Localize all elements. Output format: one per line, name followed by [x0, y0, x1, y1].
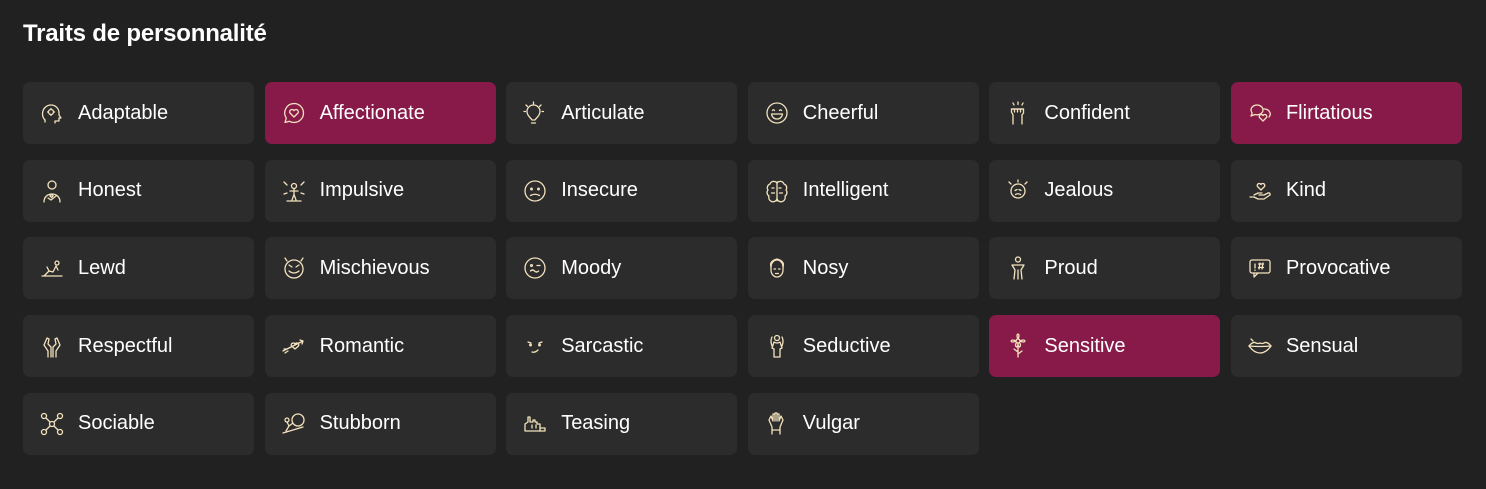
bowing-hands-icon	[38, 332, 66, 360]
heart-chat-icon	[1246, 99, 1274, 127]
trait-seductive-button[interactable]: Seductive	[747, 315, 979, 378]
head-gears-icon	[38, 99, 66, 127]
trait-label: Sensual	[1285, 334, 1359, 357]
devilish-face-icon	[280, 254, 308, 282]
worried-face-icon	[521, 177, 549, 205]
trait-label: Adaptable	[78, 101, 169, 124]
seductive-figure-icon	[763, 332, 791, 360]
heart-bubble-icon	[280, 99, 308, 127]
trait-stubborn-button[interactable]: Stubborn	[264, 392, 496, 455]
trait-label: Respectful	[78, 334, 173, 357]
trait-nosy-button[interactable]: Nosy	[747, 237, 979, 300]
trait-label: Affectionate	[319, 101, 425, 124]
trait-mischievous-button[interactable]: Mischievous	[264, 237, 496, 300]
flower-icon	[1004, 332, 1032, 360]
trait-label: Sarcastic	[561, 334, 644, 357]
trait-label: Articulate	[561, 101, 645, 124]
trait-adaptable-button[interactable]: Adaptable	[23, 82, 254, 144]
burst-figure-icon	[280, 177, 308, 205]
censored-speech-icon	[1246, 254, 1274, 282]
reclining-figure-icon	[38, 254, 66, 282]
trait-sociable-button[interactable]: Sociable	[23, 392, 254, 455]
moody-face-icon	[521, 254, 549, 282]
trait-label: Flirtatious	[1285, 101, 1373, 124]
trait-insecure-button[interactable]: Insecure	[506, 159, 738, 222]
trait-cheerful-button[interactable]: Cheerful	[747, 82, 979, 144]
trait-label: Mischievous	[319, 256, 430, 279]
trait-label: Provocative	[1285, 256, 1391, 279]
trait-romantic-button[interactable]: Romantic	[264, 315, 496, 378]
trait-label: Proud	[1044, 256, 1098, 279]
trait-label: Seductive	[802, 334, 891, 357]
pushing-boulder-icon	[280, 410, 308, 438]
trait-moody-button[interactable]: Moody	[506, 237, 738, 300]
network-people-icon	[38, 410, 66, 438]
trait-impulsive-button[interactable]: Impulsive	[264, 159, 496, 222]
hand-heart-icon	[1246, 177, 1274, 205]
pointing-hand-icon	[521, 410, 549, 438]
trait-lewd-button[interactable]: Lewd	[23, 237, 254, 300]
peeking-face-icon	[763, 254, 791, 282]
trait-label: Cheerful	[802, 101, 879, 124]
trait-provocative-button[interactable]: Provocative	[1230, 237, 1462, 300]
trait-label: Confident	[1044, 101, 1130, 124]
trait-articulate-button[interactable]: Articulate	[506, 82, 738, 144]
trait-kind-button[interactable]: Kind	[1230, 159, 1462, 222]
trait-label: Nosy	[802, 256, 849, 279]
trait-label: Moody	[561, 256, 622, 279]
trait-label: Insecure	[561, 179, 638, 202]
trait-label: Kind	[1285, 179, 1326, 202]
raised-fist-icon	[1004, 99, 1032, 127]
trait-label: Jealous	[1044, 179, 1114, 202]
trait-label: Honest	[78, 179, 142, 202]
trait-vulgar-button[interactable]: Vulgar	[747, 392, 979, 455]
traits-grid: Adaptable Affectionate Articulate Cheerful C…	[23, 82, 1462, 455]
trait-label: Vulgar	[802, 412, 860, 435]
trait-honest-button[interactable]: Honest	[23, 159, 254, 222]
smiling-face-icon	[763, 99, 791, 127]
smirk-face-icon	[521, 332, 549, 360]
trait-label: Teasing	[561, 412, 631, 435]
jealous-face-icon	[1004, 177, 1032, 205]
standing-figure-icon	[1004, 254, 1032, 282]
trait-sarcastic-button[interactable]: Sarcastic	[506, 315, 738, 378]
trait-affectionate-button[interactable]: Affectionate	[264, 82, 496, 144]
trait-confident-button[interactable]: Confident	[989, 82, 1221, 144]
trait-label: Intelligent	[802, 179, 889, 202]
brain-icon	[763, 177, 791, 205]
trait-label: Impulsive	[319, 179, 405, 202]
lightbulb-icon	[521, 99, 549, 127]
trait-sensual-button[interactable]: Sensual	[1230, 315, 1462, 378]
trait-proud-button[interactable]: Proud	[989, 237, 1221, 300]
trait-respectful-button[interactable]: Respectful	[23, 315, 254, 378]
section-title: Traits de personnalité	[23, 20, 267, 47]
cupid-arrow-icon	[280, 332, 308, 360]
trait-label: Sociable	[78, 412, 155, 435]
trait-jealous-button[interactable]: Jealous	[989, 159, 1221, 222]
trait-sensitive-button[interactable]: Sensitive	[989, 315, 1221, 378]
hand-on-heart-icon	[38, 177, 66, 205]
gesture-hand-icon	[763, 410, 791, 438]
trait-label: Lewd	[78, 256, 126, 279]
trait-teasing-button[interactable]: Teasing	[506, 392, 738, 455]
lips-icon	[1246, 332, 1274, 360]
trait-flirtatious-button[interactable]: Flirtatious	[1230, 82, 1462, 144]
trait-label: Sensitive	[1044, 334, 1126, 357]
trait-label: Stubborn	[319, 412, 401, 435]
trait-label: Romantic	[319, 334, 405, 357]
trait-intelligent-button[interactable]: Intelligent	[747, 159, 979, 222]
